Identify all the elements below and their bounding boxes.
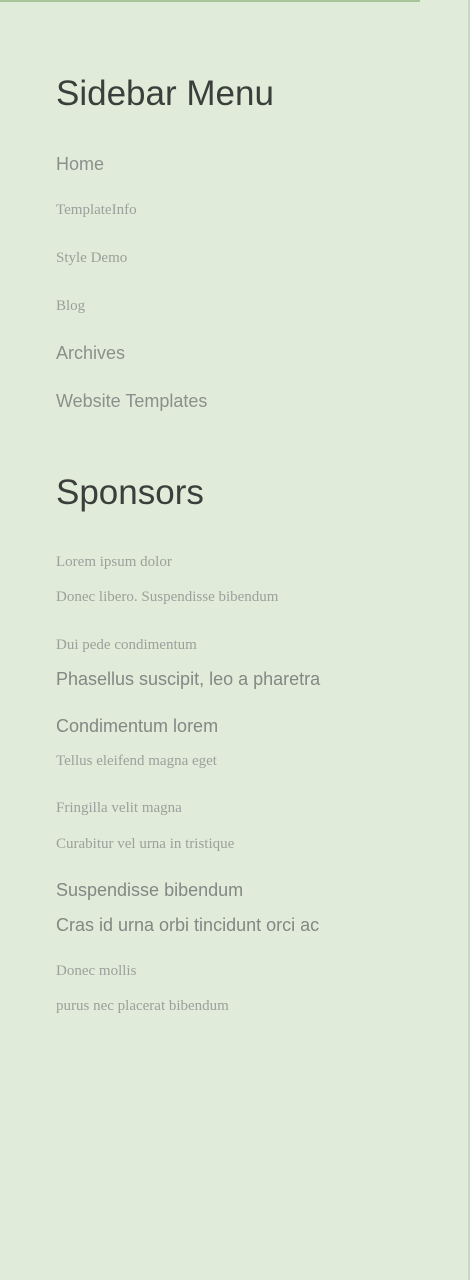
sponsor-link[interactable]: Curabitur vel urna in tristique xyxy=(56,836,234,853)
menu-item-style-demo[interactable]: Style Demo xyxy=(56,250,127,267)
sponsor-link[interactable]: Fringilla velit magna xyxy=(56,800,182,817)
menu-item-home[interactable]: Home xyxy=(56,154,104,175)
sponsor-link[interactable]: purus nec placerat bibendum xyxy=(56,998,229,1015)
sponsor-link[interactable]: Cras id urna orbi tincidunt orci ac xyxy=(56,915,319,936)
sponsor-link[interactable]: Phasellus suscipit, leo a pharetra xyxy=(56,669,320,690)
sponsors-title: Sponsors xyxy=(56,473,204,512)
sidebar-menu-title: Sidebar Menu xyxy=(56,74,274,113)
sponsor-link[interactable]: Condimentum lorem xyxy=(56,716,218,737)
menu-item-website-templates[interactable]: Website Templates xyxy=(56,391,207,412)
menu-item-archives[interactable]: Archives xyxy=(56,343,125,364)
sponsor-link[interactable]: Suspendisse bibendum xyxy=(56,880,243,901)
sponsor-link[interactable]: Tellus eleifend magna eget xyxy=(56,753,217,770)
sponsor-link[interactable]: Donec mollis xyxy=(56,963,136,980)
menu-item-blog[interactable]: Blog xyxy=(56,298,85,315)
sponsor-link[interactable]: Donec libero. Suspendisse bibendum xyxy=(56,589,278,606)
menu-item-template-info[interactable]: TemplateInfo xyxy=(56,202,137,219)
sponsor-link[interactable]: Dui pede condimentum xyxy=(56,637,197,654)
top-border-line xyxy=(0,0,420,2)
sponsor-link[interactable]: Lorem ipsum dolor xyxy=(56,554,172,571)
